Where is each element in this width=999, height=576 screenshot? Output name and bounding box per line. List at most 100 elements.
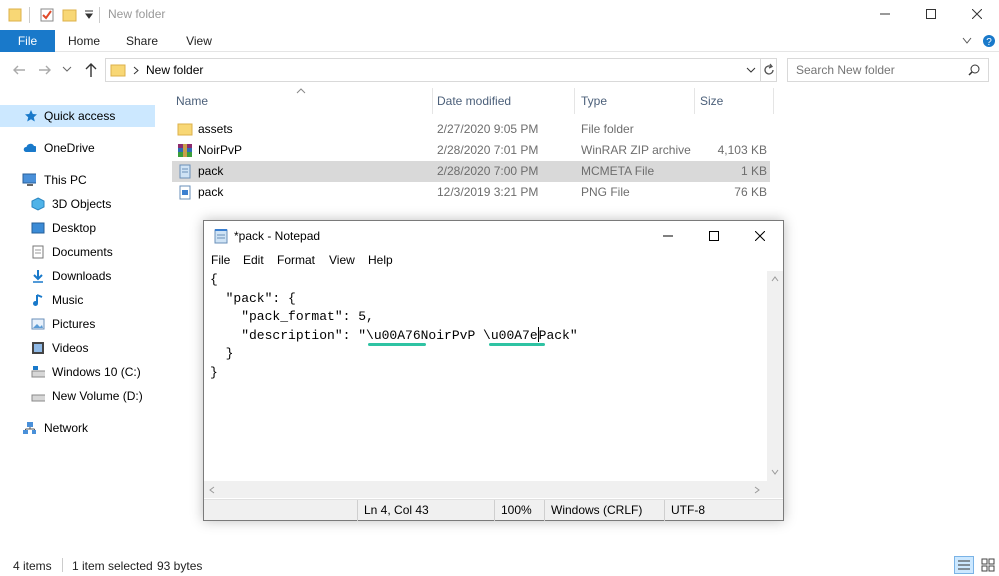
search-icon[interactable] [968,64,980,76]
title-bar: New folder [0,0,999,30]
nav-item-label: OneDrive [44,141,95,155]
tab-view[interactable]: View [175,30,223,52]
horizontal-scrollbar[interactable] [204,481,767,498]
menu-view[interactable]: View [329,253,355,267]
minimize-icon [663,235,673,237]
separator [29,7,30,23]
expand-ribbon-icon[interactable] [962,37,972,45]
star-icon [25,110,37,122]
menu-format[interactable]: Format [277,253,315,267]
tab-share[interactable]: Share [118,30,166,52]
menu-edit[interactable]: Edit [243,253,264,267]
file-size: 4,103 KB [717,143,767,157]
notepad-menu-bar: File Edit Format View Help [204,251,783,271]
table-row[interactable]: pack 2/28/2020 7:00 PM MCMETA File 1 KB [172,161,770,182]
nav-item-label: Documents [52,245,113,259]
nav-item-label: Desktop [52,221,97,235]
refresh-icon[interactable] [762,63,776,77]
file-type: File folder [581,122,634,136]
scroll-up-icon[interactable] [771,276,779,282]
scroll-down-icon[interactable] [771,469,779,475]
nav-item-3d-objects[interactable]: 3D Objects [0,193,155,215]
table-row[interactable]: pack 12/3/2019 3:21 PM PNG File 76 KB [172,182,770,203]
nav-item-label: Quick access [44,109,116,123]
nav-item-label: Pictures [52,317,96,331]
notepad-text-area[interactable]: { "pack": { "pack_format": 5, "descripti… [204,271,767,481]
properties-icon[interactable] [39,7,55,23]
tab-home[interactable]: Home [60,30,108,52]
close-button[interactable] [954,0,999,28]
new-folder-icon[interactable] [62,7,78,23]
column-header-name[interactable]: Name [170,88,433,114]
breadcrumb-chevron-icon[interactable] [133,66,139,75]
back-arrow-icon[interactable] [12,64,26,76]
nav-item-this-pc[interactable]: This PC [0,169,155,191]
table-row[interactable]: NoirPvP 2/28/2020 7:01 PM WinRAR ZIP arc… [172,140,770,161]
notepad-status-bar: Ln 4, Col 43 100% Windows (CRLF) UTF-8 [204,499,783,521]
notepad-close-button[interactable] [737,221,783,251]
menu-help[interactable]: Help [368,253,393,267]
minimize-button[interactable] [862,0,908,28]
close-icon [972,9,982,19]
column-header-date-modified[interactable]: Date modified [431,88,575,114]
nav-item-downloads[interactable]: Downloads [0,265,155,287]
notepad-minimize-button[interactable] [645,221,691,251]
minimize-icon [880,13,890,15]
tab-file[interactable]: File [0,30,55,52]
svg-text:?: ? [986,37,992,48]
nav-item-desktop[interactable]: Desktop [0,217,155,239]
forward-arrow-icon[interactable] [38,64,52,76]
recent-locations-chevron-icon[interactable] [62,66,72,74]
cube-icon [31,197,45,211]
maximize-button[interactable] [908,0,954,28]
address-dropdown-icon[interactable] [746,67,756,75]
nav-item-label: This PC [44,173,87,187]
notepad-maximize-button[interactable] [691,221,737,251]
window-title: New folder [108,7,166,21]
table-row[interactable]: assets 2/27/2020 9:05 PM File folder [172,119,770,140]
large-icons-view-icon[interactable] [978,556,998,574]
file-name: assets [198,122,233,136]
status-selection: 1 item selected [72,559,153,573]
nav-item-documents[interactable]: Documents [0,241,155,263]
nav-item-videos[interactable]: Videos [0,337,155,359]
column-header-type[interactable]: Type [575,88,695,114]
menu-file[interactable]: File [211,253,230,267]
status-item-count: 4 items [13,559,52,573]
pictures-icon [31,318,45,330]
nav-item-music[interactable]: Music [0,289,155,311]
nav-item-network[interactable]: Network [0,417,155,439]
customize-quick-access-icon[interactable] [84,10,94,20]
search-input[interactable] [796,62,966,78]
file-date: 12/3/2019 3:21 PM [437,185,539,199]
nav-item-label: Videos [52,341,89,355]
nav-item-label: Music [52,293,84,307]
vertical-scrollbar[interactable] [767,271,783,481]
nav-item-windows-c[interactable]: Windows 10 (C:) [0,361,155,383]
file-name: NoirPvP [198,143,243,157]
scroll-right-icon[interactable] [754,486,760,494]
scroll-left-icon[interactable] [209,486,215,494]
nav-item-new-volume-d[interactable]: New Volume (D:) [0,385,155,407]
address-path[interactable]: New folder [146,63,203,77]
encoding: UTF-8 [664,500,783,521]
winrar-icon [178,144,192,157]
details-view-icon[interactable] [954,556,974,574]
up-arrow-icon[interactable] [84,62,98,78]
nav-item-onedrive[interactable]: OneDrive [0,137,155,159]
address-bar[interactable]: New folder [105,58,777,82]
text-line-tail: Pack" [538,327,578,343]
navigation-pane: Quick access OneDrive This PC 3D Objects… [0,90,157,550]
documents-icon [32,245,44,259]
nav-item-label: Downloads [52,269,112,283]
nav-item-quick-access[interactable]: Quick access [0,105,155,127]
text-line: { [210,272,218,287]
search-box[interactable] [787,58,989,82]
separator [760,59,761,81]
column-header-size[interactable]: Size [694,88,774,114]
help-icon[interactable]: ? [982,34,996,48]
drive-icon [31,366,45,378]
nav-item-pictures[interactable]: Pictures [0,313,155,335]
notepad-title: *pack - Notepad [234,229,321,243]
notepad-icon [214,229,228,244]
